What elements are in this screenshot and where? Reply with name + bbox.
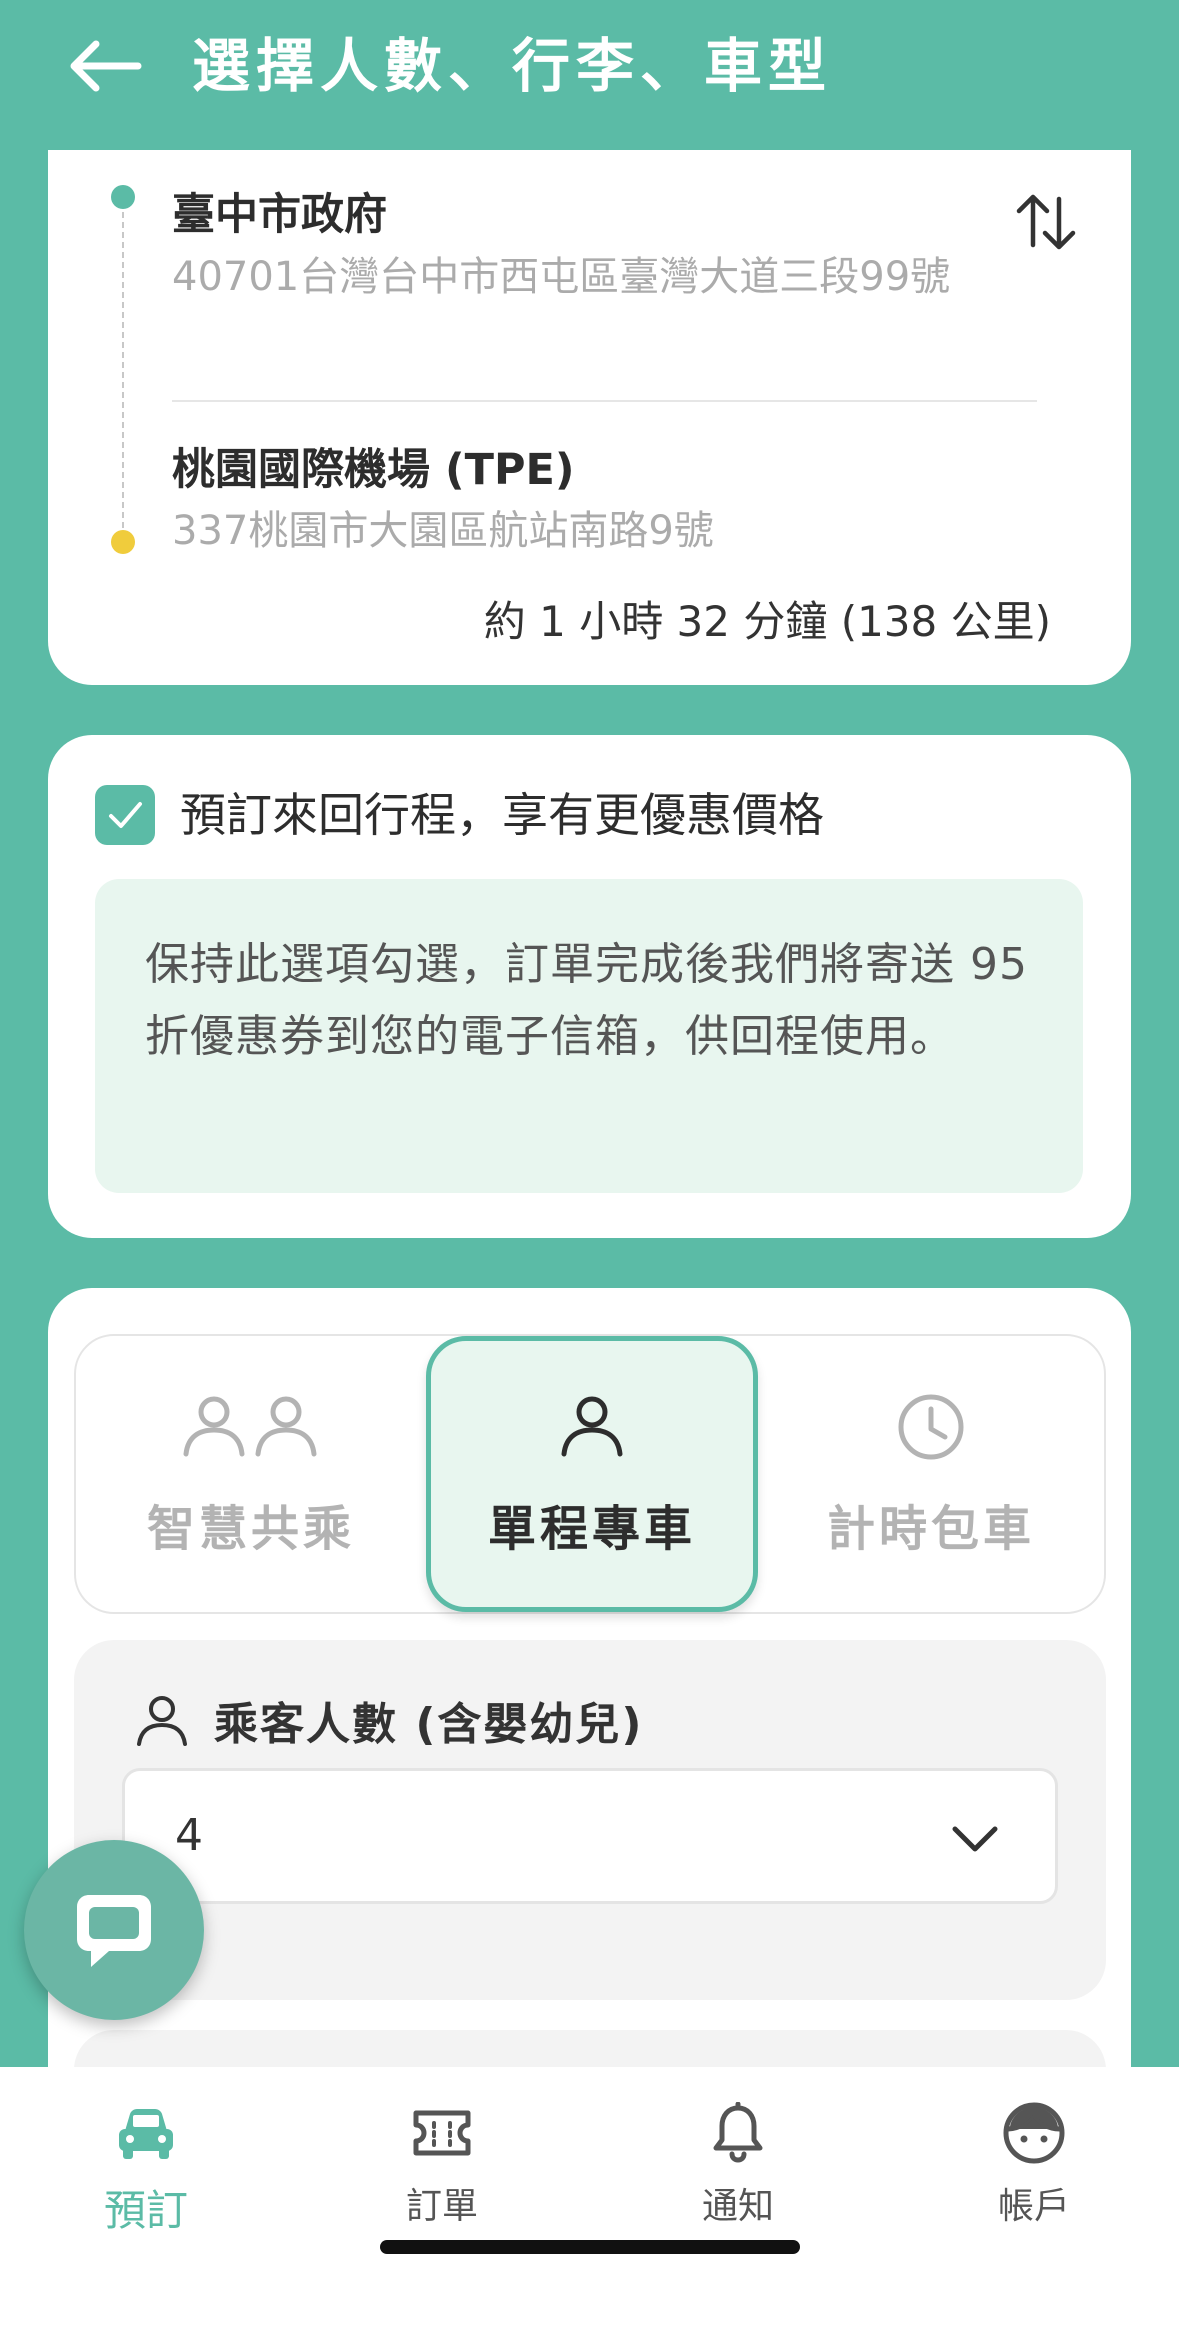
service-type-tabs: 智慧共乘 單程專車 計時包車	[74, 1334, 1106, 1614]
trip-duration-distance: 約 1 小時 32 分鐘 (138 公里)	[483, 597, 1051, 646]
origin-dot	[111, 185, 135, 209]
page-title: 選擇人數、行李、車型	[192, 32, 833, 100]
arrow-left-icon	[70, 40, 142, 92]
nav-label: 帳戶	[997, 2186, 1070, 2227]
person-icon	[561, 1396, 623, 1457]
two-people-icon	[183, 1396, 317, 1457]
tab-smart-carpool[interactable]: 智慧共乘	[86, 1336, 416, 1612]
passenger-label-row: 乘客人數 (含嬰幼兒)	[134, 1688, 644, 1752]
tab-hourly-charter[interactable]: 計時包車	[766, 1336, 1096, 1612]
swap-route-button[interactable]	[1004, 180, 1088, 264]
roundtrip-label[interactable]: 預訂來回行程，享有更優惠價格	[180, 783, 824, 847]
bell-icon	[713, 2102, 763, 2163]
destination-address: 337桃園市大園區航站南路9號	[172, 508, 714, 554]
nav-booking[interactable]: 預訂	[46, 2097, 246, 2238]
roundtrip-info-text: 保持此選項勾選，訂單完成後我們將寄送 95 折優惠券到您的電子信箱，供回程使用。	[145, 939, 1028, 1062]
tab-label: 智慧共乘	[146, 1501, 355, 1557]
destination-dot	[111, 530, 135, 554]
nav-label: 預訂	[103, 2186, 188, 2235]
booking-options-card: 智慧共乘 單程專車 計時包車 乘客人數 (含嬰幼兒) 4	[48, 1288, 1131, 2188]
roundtrip-checkbox[interactable]	[95, 785, 155, 845]
app-header: 選擇人數、行李、車型	[0, 0, 1179, 140]
bottom-navigation: 預訂 訂單 通知 帳戶	[0, 2067, 1179, 2346]
back-button[interactable]	[60, 22, 148, 110]
chevron-down-icon	[952, 1826, 998, 1852]
nav-label: 訂單	[405, 2186, 478, 2227]
home-indicator	[380, 2240, 800, 2254]
tab-label: 計時包車	[826, 1501, 1035, 1557]
ticket-icon	[413, 2110, 471, 2156]
route-connector-line	[122, 212, 124, 528]
nav-notifications[interactable]: 通知	[638, 2097, 838, 2229]
passenger-count-panel: 乘客人數 (含嬰幼兒) 4	[74, 1640, 1106, 2000]
passenger-count-select[interactable]: 4	[122, 1768, 1058, 1904]
car-icon	[119, 2109, 173, 2159]
tab-one-way-private[interactable]: 單程專車	[426, 1336, 758, 1612]
nav-label: 通知	[701, 2186, 774, 2227]
checkmark-icon	[109, 802, 142, 828]
passenger-count-label: 乘客人數 (含嬰幼兒)	[214, 1699, 644, 1750]
roundtrip-info-box: 保持此選項勾選，訂單完成後我們將寄送 95 折優惠券到您的電子信箱，供回程使用。	[95, 879, 1083, 1193]
nav-account[interactable]: 帳戶	[934, 2097, 1134, 2229]
roundtrip-card: 預訂來回行程，享有更優惠價格 保持此選項勾選，訂單完成後我們將寄送 95 折優惠…	[48, 735, 1131, 1238]
nav-orders[interactable]: 訂單	[342, 2097, 542, 2229]
person-icon	[137, 1696, 187, 1746]
clock-icon	[898, 1394, 964, 1460]
swap-arrows-icon	[1016, 194, 1076, 250]
chat-bubble-icon	[77, 1895, 151, 1967]
route-card: 臺中市政府 40701台灣台中市西屯區臺灣大道三段99號 桃園國際機場 (TPE…	[48, 150, 1131, 685]
tab-label: 單程專車	[487, 1501, 696, 1557]
chat-support-button[interactable]	[24, 1840, 204, 2020]
destination-name[interactable]: 桃園國際機場 (TPE)	[172, 435, 575, 497]
face-icon	[1003, 2102, 1065, 2164]
origin-address: 40701台灣台中市西屯區臺灣大道三段99號	[172, 254, 951, 300]
route-divider	[172, 400, 1037, 402]
origin-name[interactable]: 臺中市政府	[172, 180, 387, 242]
